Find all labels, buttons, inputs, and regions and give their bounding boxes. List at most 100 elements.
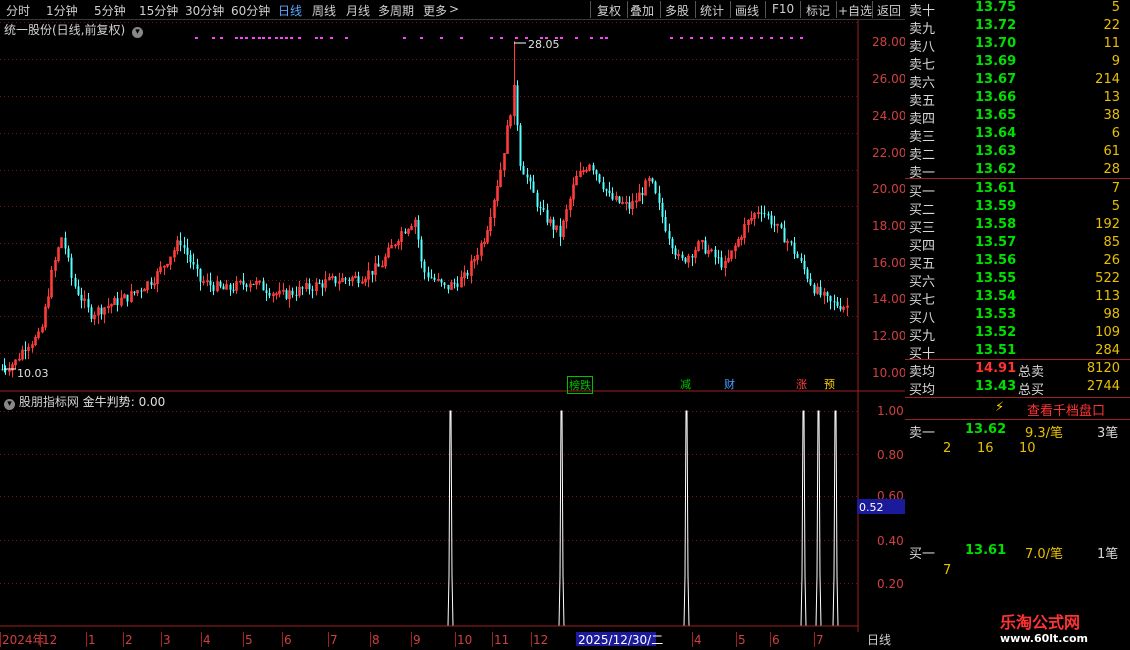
event-tag[interactable]: 减 <box>679 376 692 392</box>
more-chevron-icon[interactable]: > <box>449 2 459 16</box>
candle-body <box>542 208 545 210</box>
event-tag[interactable]: 榜跌 <box>567 376 593 394</box>
level-label: 卖二 <box>909 148 936 164</box>
ask-level-row[interactable]: 卖十 13.75 5 <box>905 0 1130 19</box>
event-tag[interactable]: 财 <box>723 376 736 392</box>
date-label: 9 <box>413 633 421 647</box>
candle-body <box>803 260 806 270</box>
ask-level-row[interactable]: 卖四 13.65 38 <box>905 108 1130 127</box>
tab-5min[interactable]: 5分钟 <box>94 2 126 19</box>
date-label: 5 <box>245 633 253 647</box>
signal-dot <box>710 37 713 39</box>
date-label: 8 <box>372 633 380 647</box>
candle-body <box>295 294 298 296</box>
candle-body <box>133 291 136 293</box>
signal-dot <box>240 37 243 39</box>
indicator-spike <box>832 410 839 627</box>
signal-dot <box>258 37 261 39</box>
add-watchlist-button[interactable]: +自选 <box>838 2 872 19</box>
level-price: 13.69 <box>975 54 1017 70</box>
bid-level-row[interactable]: 买五 13.56 26 <box>905 252 1130 272</box>
date-label: 2 <box>125 633 133 647</box>
tab-1min[interactable]: 1分钟 <box>46 2 78 19</box>
level-price: 13.66 <box>975 90 1017 106</box>
tab-multi-period[interactable]: 多周期 <box>378 2 414 19</box>
mark-button[interactable]: 标记 <box>806 2 830 19</box>
signal-dot <box>298 37 301 39</box>
candlesticks <box>1 41 849 378</box>
candle-body <box>265 290 268 294</box>
thousand-depth-button[interactable]: 查看千档盘口 <box>1027 400 1105 419</box>
candle-body <box>80 294 83 301</box>
ask-level-row[interactable]: 卖七 13.69 9 <box>905 54 1130 73</box>
indicator-axis: 1.00 0.80 0.60 0.40 0.20 <box>877 404 904 591</box>
bid-level-row[interactable]: 买六 13.55 522 <box>905 271 1130 290</box>
candle-body <box>24 350 27 352</box>
ask-level-row[interactable]: 卖二 13.63 61 <box>905 144 1130 164</box>
price-gridlines <box>0 22 858 584</box>
event-tag[interactable]: 涨 <box>795 376 808 392</box>
bid-level-row[interactable]: 买三 13.58 192 <box>905 216 1130 236</box>
ask-level-row[interactable]: 卖八 13.70 11 <box>905 36 1130 56</box>
ask-level-row[interactable]: 卖九 13.72 22 <box>905 18 1130 37</box>
bid-level-row[interactable]: 买一 13.61 7 <box>905 181 1130 200</box>
statistics-button[interactable]: 统计 <box>700 2 724 19</box>
tab-60min[interactable]: 60分钟 <box>231 2 270 19</box>
candle-body <box>641 192 644 196</box>
bid-level-row[interactable]: 买七 13.54 113 <box>905 288 1130 308</box>
low-label: 10.03 <box>17 367 49 380</box>
total-buy-label: 总买 <box>1018 383 1045 398</box>
avg-buy-price: 13.43 <box>975 379 1017 394</box>
candle-body <box>268 293 271 296</box>
chevron-down-icon[interactable]: ▾ <box>4 399 15 410</box>
bid-level-row[interactable]: 买八 13.53 98 <box>905 307 1130 326</box>
candle-body <box>839 306 842 310</box>
overlay-button[interactable]: 叠加 <box>630 2 654 19</box>
bid-level-row[interactable]: 买九 13.52 109 <box>905 325 1130 344</box>
level-volume: 192 <box>1095 216 1120 232</box>
restore-rights-button[interactable]: 复权 <box>597 2 621 19</box>
tab-30min[interactable]: 30分钟 <box>185 2 224 19</box>
signal-dot <box>575 37 578 39</box>
indicator-tick: 0.40 <box>877 534 904 548</box>
date-label: 4 <box>203 633 211 647</box>
f10-button[interactable]: F10 <box>772 2 794 16</box>
level-volume: 61 <box>1103 144 1120 160</box>
back-button[interactable]: 返回 <box>877 2 901 19</box>
signal-dot <box>560 37 563 39</box>
multi-stock-button[interactable]: 多股 <box>665 2 689 19</box>
ask-level-row[interactable]: 卖三 13.64 6 <box>905 126 1130 145</box>
tab-minute[interactable]: 分时 <box>6 2 30 19</box>
date-label: 1 <box>88 633 96 647</box>
tab-daily[interactable]: 日线 <box>278 2 302 19</box>
tab-monthly[interactable]: 月线 <box>346 2 370 19</box>
tab-15min[interactable]: 15分钟 <box>139 2 178 19</box>
price-tick: 14.00 <box>872 292 905 306</box>
toolbar-divider <box>627 1 628 18</box>
bid-level-row[interactable]: 买二 13.59 5 <box>905 199 1130 218</box>
date-label: 3 <box>163 633 171 647</box>
candle-body <box>232 289 235 291</box>
tab-more[interactable]: 更多 <box>423 2 447 19</box>
candle-body <box>546 209 549 223</box>
signal-dot <box>590 37 593 39</box>
ask-level-row[interactable]: 卖五 13.66 13 <box>905 90 1130 109</box>
kline-chart[interactable]: 28.00 26.00 24.00 22.00 20.00 18.00 16.0… <box>0 20 905 650</box>
signal-dot <box>700 37 703 39</box>
level-price: 13.56 <box>975 252 1017 268</box>
avg-sell-row: 卖均 14.91 总卖 8120 <box>905 361 1130 380</box>
high-annotation: 28.05 <box>514 38 560 51</box>
event-tag[interactable]: 预 <box>823 376 836 392</box>
period-label[interactable]: 日线 <box>867 633 891 647</box>
level-label: 卖八 <box>909 40 936 56</box>
level-volume: 113 <box>1095 288 1120 304</box>
bid-level-row[interactable]: 买四 13.57 85 <box>905 235 1130 254</box>
ask-level-row[interactable]: 卖六 13.67 214 <box>905 72 1130 91</box>
period-toolbar: 分时 1分钟 5分钟 15分钟 30分钟 60分钟 日线 周线 月线 多周期 更… <box>0 0 905 20</box>
draw-line-button[interactable]: 画线 <box>735 2 759 19</box>
candle-body <box>536 192 539 207</box>
bid1-label: 买一 <box>909 547 936 562</box>
tab-weekly[interactable]: 周线 <box>312 2 336 19</box>
signal-dot <box>670 37 673 39</box>
ask1-count: 3笔 <box>1097 426 1119 441</box>
